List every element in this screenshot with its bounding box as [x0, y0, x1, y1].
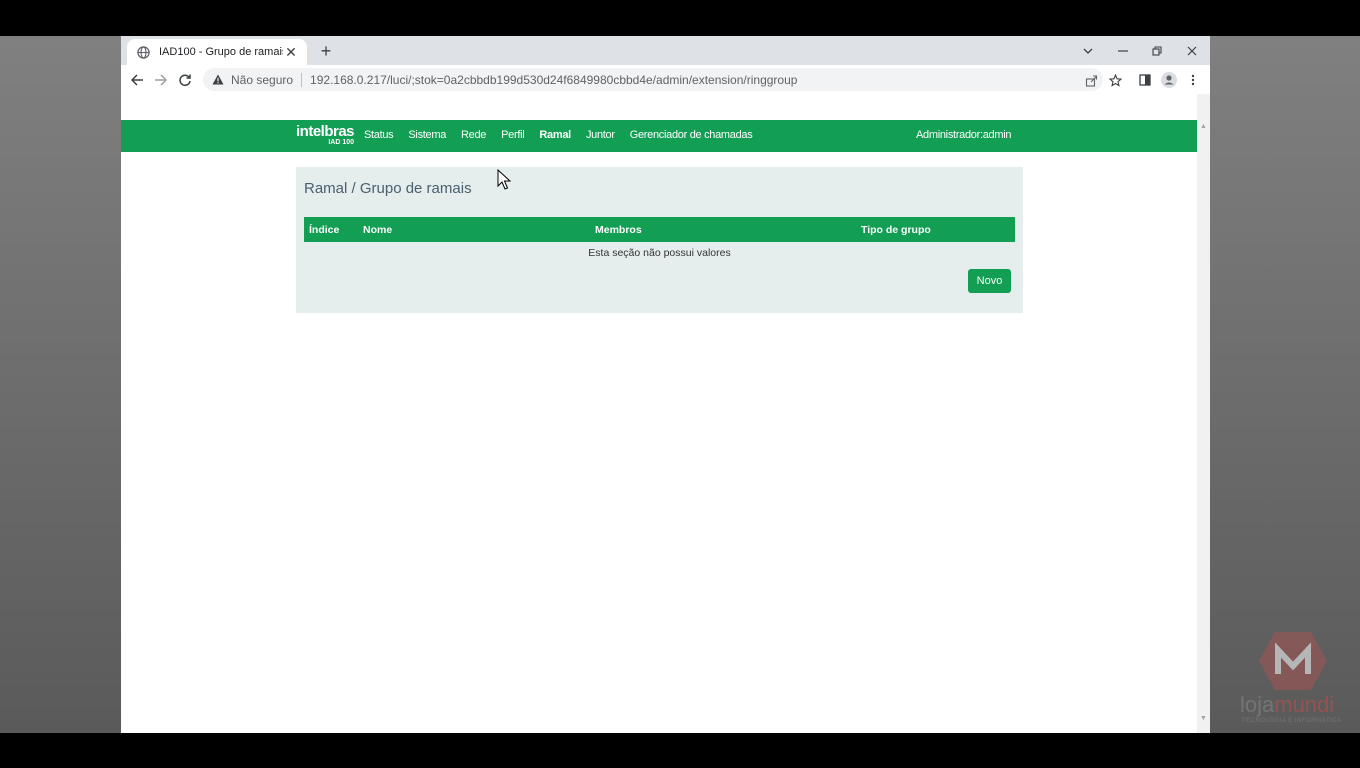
- minimize-icon[interactable]: [1106, 36, 1140, 65]
- restore-icon[interactable]: [1140, 36, 1174, 65]
- menu-item-sistema[interactable]: Sistema: [408, 129, 446, 141]
- lojamundi-watermark: lojamundi TECNOLOGIA E INFORMÁTICA: [1240, 630, 1355, 730]
- menu-item-status[interactable]: Status: [364, 129, 394, 141]
- admin-user-label: Administrador:admin: [916, 129, 1012, 141]
- logo-model: IAD 100: [328, 139, 355, 146]
- main-menu: Status Sistema Rede Perfil Ramal Juntor …: [364, 129, 767, 141]
- background-left: [0, 36, 121, 733]
- side-panel-icon[interactable]: [1134, 69, 1156, 91]
- not-secure-label[interactable]: Não seguro: [231, 73, 293, 87]
- globe-icon: [135, 44, 151, 60]
- watermark-text-part1: loja: [1240, 692, 1275, 717]
- menu-item-rede[interactable]: Rede: [461, 129, 486, 141]
- chevron-down-icon[interactable]: [1071, 36, 1105, 65]
- intelbras-logo[interactable]: intelbras IAD 100: [296, 123, 355, 147]
- url-text[interactable]: 192.168.0.217/luci/;stok=0a2cbbdb199d530…: [310, 73, 797, 87]
- logo-brand: intelbras: [296, 123, 355, 140]
- warning-triangle-icon[interactable]: [211, 73, 225, 87]
- star-icon[interactable]: [1104, 69, 1126, 91]
- page-title: Ramal / Grupo de ramais: [304, 180, 472, 197]
- table-header: Índice Nome Membros Tipo de grupo: [304, 217, 1015, 242]
- menu-item-gerenciador-de-chamadas[interactable]: Gerenciador de chamadas: [630, 129, 753, 141]
- empty-table-message: Esta seção não possui valores: [588, 247, 731, 259]
- close-icon[interactable]: ✕: [283, 44, 299, 61]
- plus-icon[interactable]: +: [315, 40, 337, 62]
- scroll-down-icon[interactable]: ▼: [1197, 712, 1210, 725]
- ring-group-panel: Ramal / Grupo de ramais Índice Nome Memb…: [296, 167, 1023, 313]
- background-right: [1210, 36, 1360, 733]
- column-header-indice: Índice: [309, 224, 340, 236]
- mouse-cursor-icon: [497, 168, 512, 196]
- vertical-scrollbar[interactable]: ▲ ▼: [1197, 94, 1210, 733]
- column-header-tipo-de-grupo: Tipo de grupo: [861, 224, 931, 236]
- profile-icon[interactable]: [1158, 69, 1180, 91]
- menu-item-juntor[interactable]: Juntor: [586, 129, 615, 141]
- column-header-membros: Membros: [595, 224, 642, 236]
- watermark-text-part2: mundi: [1274, 692, 1335, 717]
- share-icon[interactable]: [1080, 69, 1102, 91]
- letterbox-bottom: [0, 733, 1360, 768]
- scroll-up-icon[interactable]: ▲: [1197, 120, 1210, 133]
- tab-strip: IAD100 - Grupo de ramais ✕ +: [121, 36, 1210, 65]
- browser-window: IAD100 - Grupo de ramais ✕ + Não seguro …: [121, 36, 1210, 733]
- page-viewport: intelbras IAD 100 Status Sistema Rede Pe…: [121, 94, 1197, 733]
- letterbox-top: [0, 0, 1360, 36]
- window-close-icon[interactable]: [1175, 36, 1209, 65]
- hexagon-logo-icon: [1259, 632, 1327, 690]
- top-navbar: intelbras IAD 100 Status Sistema Rede Pe…: [121, 120, 1197, 152]
- browser-tab[interactable]: IAD100 - Grupo de ramais ✕: [127, 39, 307, 65]
- new-ring-group-button[interactable]: Novo: [968, 269, 1011, 293]
- tab-title: IAD100 - Grupo de ramais: [159, 46, 283, 58]
- address-separator: [301, 72, 303, 87]
- address-bar[interactable]: Não seguro 192.168.0.217/luci/;stok=0a2c…: [203, 68, 1103, 91]
- reload-icon[interactable]: [174, 69, 196, 91]
- watermark-subtext: TECNOLOGIA E INFORMÁTICA: [1242, 718, 1342, 724]
- arrow-right-icon[interactable]: [150, 69, 172, 91]
- menu-item-perfil[interactable]: Perfil: [501, 129, 525, 141]
- browser-toolbar: Não seguro 192.168.0.217/luci/;stok=0a2c…: [121, 65, 1210, 94]
- menu-item-ramal[interactable]: Ramal: [539, 129, 571, 141]
- column-header-nome: Nome: [363, 224, 393, 236]
- watermark-text: lojamundi: [1240, 692, 1350, 718]
- kebab-menu-icon[interactable]: [1182, 69, 1204, 91]
- arrow-left-icon[interactable]: [126, 69, 148, 91]
